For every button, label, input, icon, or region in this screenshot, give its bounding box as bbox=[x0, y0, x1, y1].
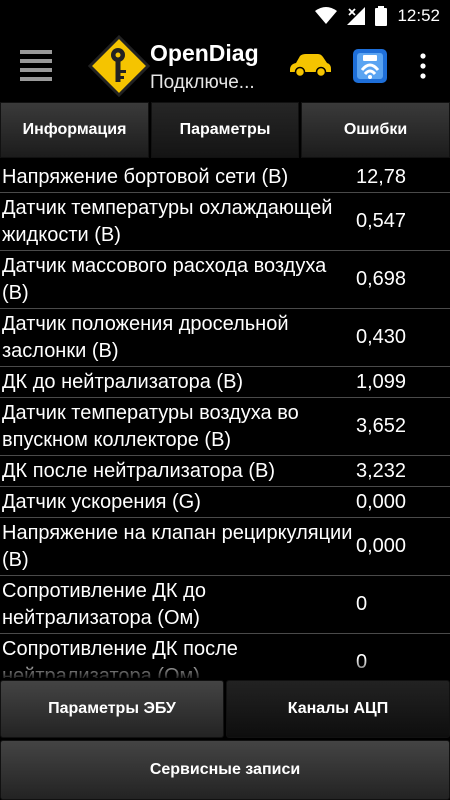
hamburger-menu-icon[interactable] bbox=[20, 48, 52, 84]
parameter-value: 0,430 bbox=[356, 326, 407, 348]
app-logo-key-icon bbox=[88, 35, 150, 97]
service-records-button[interactable]: Сервисные записи bbox=[0, 740, 450, 800]
parameter-name: Сопротивление ДК после нейтрализатора (О… bbox=[2, 638, 238, 678]
tab-errors[interactable]: Ошибки bbox=[301, 102, 450, 158]
parameter-value: 0,547 bbox=[356, 210, 407, 232]
parameter-name: ДК после нейтрализатора (В) bbox=[2, 460, 276, 482]
parameter-value: 0,698 bbox=[356, 268, 407, 290]
list-item: Датчик ускорения (G) 0,000 bbox=[0, 487, 450, 518]
connection-status: Подключе... bbox=[150, 72, 255, 93]
tab-information[interactable]: Информация bbox=[0, 102, 149, 158]
tab-parameters[interactable]: Параметры bbox=[151, 102, 299, 158]
parameter-value: 12,78 bbox=[356, 165, 407, 188]
list-item: Датчик температуры воздуха во впускном к… bbox=[0, 398, 450, 456]
parameter-name: Датчик ускорения (G) bbox=[2, 491, 201, 513]
list-item: Напряжение бортовой сети (В) 12,78 bbox=[0, 162, 450, 193]
parameter-name: Датчик массового расхода воздуха (В) bbox=[2, 255, 327, 304]
parameter-name: Напряжение бортовой сети (В) bbox=[2, 166, 289, 188]
parameter-value: 0 bbox=[356, 593, 368, 615]
list-item: Сопротивление ДК до нейтрализатора (Ом) … bbox=[0, 576, 450, 634]
parameter-value: 3,232 bbox=[356, 459, 407, 482]
wifi-icon bbox=[315, 7, 338, 24]
status-time: 12:52 bbox=[397, 6, 440, 25]
status-bar: 12:52 bbox=[0, 0, 450, 32]
parameter-name: Сопротивление ДК до нейтрализатора (Ом) bbox=[2, 580, 206, 629]
parameters-list[interactable]: Напряжение бортовой сети (В) 12,78 Датчи… bbox=[0, 162, 450, 678]
parameter-value: 0,000 bbox=[356, 490, 407, 513]
parameter-value: 1,099 bbox=[356, 370, 407, 393]
list-item: Датчик массового расхода воздуха (В) 0,6… bbox=[0, 251, 450, 309]
parameter-name: Датчик положения дросельной заслонки (В) bbox=[2, 313, 289, 362]
battery-icon bbox=[375, 6, 388, 26]
ecu-parameters-button[interactable]: Параметры ЭБУ bbox=[0, 680, 224, 738]
parameter-name: Датчик температуры воздуха во впускном к… bbox=[2, 402, 299, 451]
list-item: Датчик положения дросельной заслонки (В)… bbox=[0, 309, 450, 367]
parameter-value: 0 bbox=[356, 651, 368, 673]
adc-channels-button[interactable]: Каналы АЦП bbox=[226, 680, 450, 738]
list-item: Сопротивление ДК после нейтрализатора (О… bbox=[0, 634, 450, 678]
overflow-menu-icon[interactable] bbox=[418, 52, 428, 80]
app-title: OpenDiag bbox=[150, 40, 259, 66]
action-bar: OpenDiag Подключе... bbox=[0, 32, 450, 100]
status-icons: 12:52 bbox=[315, 6, 440, 26]
tab-bar: Информация Параметры Ошибки bbox=[0, 100, 450, 162]
list-item: Датчик температуры охлаждающей жидкости … bbox=[0, 193, 450, 251]
list-item: ДК до нейтрализатора (В) 1,099 bbox=[0, 367, 450, 398]
car-icon[interactable] bbox=[288, 52, 332, 78]
signal-icon bbox=[347, 7, 366, 25]
parameter-value: 3,652 bbox=[356, 415, 407, 437]
parameter-name: Датчик температуры охлаждающей жидкости … bbox=[2, 197, 333, 246]
list-item: ДК после нейтрализатора (В) 3,232 bbox=[0, 456, 450, 487]
obd-adapter-icon[interactable] bbox=[352, 48, 388, 84]
parameter-name: ДК до нейтрализатора (В) bbox=[2, 371, 244, 393]
list-item: Напряжение на клапан рециркуляции (В) 0,… bbox=[0, 518, 450, 576]
parameter-value: 0,000 bbox=[356, 535, 407, 557]
parameter-name: Напряжение на клапан рециркуляции (В) bbox=[2, 522, 353, 571]
